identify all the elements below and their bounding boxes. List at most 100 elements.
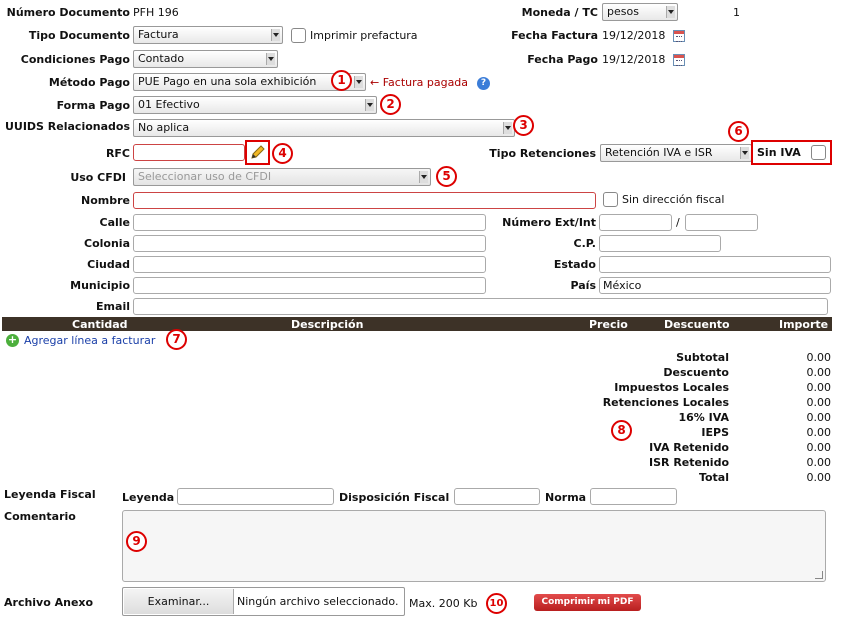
total-value: 0.00 [806, 366, 832, 379]
rfc-label: RFC [105, 147, 130, 160]
forma-pago-select[interactable]: 01 Efectivo [133, 96, 377, 114]
sin-iva-checkbox[interactable] [811, 145, 826, 160]
max-size-text: Max. 200 Kb [409, 597, 478, 610]
marker-2: 2 [380, 94, 401, 115]
fecha-factura-label: Fecha Factura [511, 29, 598, 42]
marker-8: 8 [611, 420, 632, 441]
marker-5: 5 [436, 166, 457, 187]
chevron-down-icon [365, 99, 374, 111]
marker-9: 9 [126, 531, 147, 552]
uuids-select[interactable]: No aplica [133, 119, 515, 137]
uuids-label: UUIDS Relacionados [4, 120, 130, 133]
municipio-input[interactable] [133, 277, 486, 294]
examinar-button[interactable]: Examinar... [124, 589, 234, 614]
marker-3: 3 [513, 115, 534, 136]
tipo-retenciones-label: Tipo Retenciones [489, 147, 596, 160]
sin-iva-box: Sin IVA [751, 140, 832, 165]
archivo-label: Archivo Anexo [4, 596, 94, 609]
numero-ext-input[interactable] [599, 214, 672, 231]
disposicion-input[interactable] [454, 488, 540, 505]
col-descuento: Descuento [664, 318, 730, 331]
numero-documento-value: PFH 196 [133, 6, 179, 19]
moneda-select[interactable]: pesos [602, 3, 678, 21]
marker-1: 1 [331, 70, 352, 91]
marker-4: 4 [272, 143, 293, 164]
help-icon[interactable]: ? [477, 77, 490, 90]
nombre-input[interactable] [133, 192, 596, 209]
total-value: 0.00 [806, 456, 832, 469]
numero-separator: / [676, 216, 680, 229]
email-label: Email [96, 300, 130, 313]
imprimir-prefactura-checkbox[interactable] [291, 28, 306, 43]
metodo-pago-value: PUE Pago en una sola exhibición [138, 75, 317, 88]
total-label: IVA Retenido [649, 441, 729, 454]
total-value: 0.00 [806, 441, 832, 454]
norma-label: Norma [545, 491, 587, 504]
tipo-retenciones-select[interactable]: Retención IVA e ISR [600, 144, 752, 162]
cp-input[interactable] [599, 235, 721, 252]
resize-handle[interactable] [815, 571, 823, 579]
imprimir-prefactura-label: Imprimir prefactura [310, 29, 418, 42]
cp-label: C.P. [573, 237, 596, 250]
calle-input[interactable] [133, 214, 486, 231]
fecha-pago-value: 19/12/2018 [602, 53, 666, 66]
total-value: 0.00 [806, 381, 832, 394]
tc-value: 1 [733, 6, 740, 19]
pais-input[interactable]: México [599, 277, 831, 294]
numero-int-input[interactable] [685, 214, 758, 231]
file-input[interactable]: Examinar... Ningún archivo seleccionado. [122, 587, 405, 616]
pencil-icon [251, 145, 265, 159]
colonia-input[interactable] [133, 235, 486, 252]
colonia-label: Colonia [84, 237, 130, 250]
email-input[interactable] [133, 298, 828, 315]
numero-documento-label: Número Documento [6, 6, 130, 19]
numero-label: Número Ext/Int [502, 216, 596, 229]
sin-iva-label: Sin IVA [757, 146, 801, 159]
leyenda-input[interactable] [177, 488, 334, 505]
nombre-label: Nombre [81, 194, 130, 207]
tipo-documento-select[interactable]: Factura [133, 26, 283, 44]
moneda-value: pesos [607, 5, 639, 18]
condiciones-pago-value: Contado [138, 52, 185, 65]
tipo-documento-label: Tipo Documento [28, 29, 130, 42]
uso-cfdi-select[interactable]: Seleccionar uso de CFDI [133, 168, 431, 186]
calendar-icon[interactable] [673, 30, 685, 42]
norma-input[interactable] [590, 488, 677, 505]
comprimir-pdf-button[interactable]: Comprimir mi PDF [534, 594, 641, 611]
comentario-textarea[interactable] [122, 510, 826, 582]
ciudad-label: Ciudad [87, 258, 130, 271]
chevron-down-icon [503, 122, 512, 134]
sin-direccion-checkbox[interactable] [603, 192, 618, 207]
col-precio: Precio [589, 318, 628, 331]
total-value: 0.00 [806, 471, 832, 484]
estado-input[interactable] [599, 256, 831, 273]
total-label: Descuento [663, 366, 729, 379]
marker-10: 10 [486, 593, 507, 614]
rfc-input[interactable] [133, 144, 245, 161]
condiciones-pago-select[interactable]: Contado [133, 50, 278, 68]
total-value: 0.00 [806, 426, 832, 439]
edit-rfc-button[interactable] [245, 140, 270, 165]
leyenda-label: Leyenda [122, 491, 175, 504]
estado-label: Estado [553, 258, 596, 271]
ciudad-input[interactable] [133, 256, 486, 273]
no-file-text: Ningún archivo seleccionado. [237, 595, 399, 608]
chevron-down-icon [740, 147, 749, 159]
tipo-retenciones-value: Retención IVA e ISR [605, 146, 713, 159]
total-value: 0.00 [806, 396, 832, 409]
chevron-down-icon [354, 76, 363, 88]
fecha-factura-value: 19/12/2018 [602, 29, 666, 42]
fecha-pago-label: Fecha Pago [527, 53, 598, 66]
total-label: Impuestos Locales [614, 381, 729, 394]
calendar-icon[interactable] [673, 54, 685, 66]
col-importe: Importe [779, 318, 829, 331]
total-label: Total [698, 471, 729, 484]
uso-cfdi-placeholder: Seleccionar uso de CFDI [138, 170, 272, 183]
add-line-icon[interactable]: + [6, 334, 19, 347]
add-line-link[interactable]: Agregar línea a facturar [24, 334, 155, 347]
marker-7: 7 [166, 329, 187, 350]
disposicion-label: Disposición Fiscal [339, 491, 450, 504]
chevron-down-icon [271, 29, 280, 41]
chevron-down-icon [666, 6, 675, 18]
metodo-pago-label: Método Pago [48, 76, 130, 89]
